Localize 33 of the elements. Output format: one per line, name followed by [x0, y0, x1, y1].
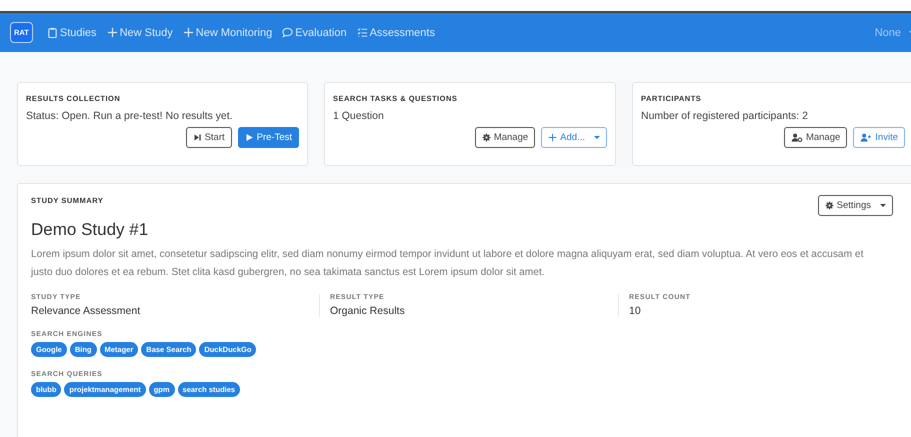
user-menu[interactable]: None: [874, 26, 911, 38]
gear-icon: [824, 201, 834, 210]
chat-icon: [282, 27, 294, 38]
pre-test-button[interactable]: Pre-Test: [238, 127, 299, 148]
nav-link[interactable]: New Monitoring: [182, 26, 272, 38]
invite-button[interactable]: Invite: [853, 127, 905, 148]
nav-link[interactable]: Assessments: [356, 26, 435, 38]
user-plus-icon: [860, 133, 872, 142]
user-gear-icon: [790, 133, 803, 142]
manage-button[interactable]: Manage: [474, 127, 536, 148]
nav-link[interactable]: Studies: [46, 26, 97, 38]
plus-icon: [182, 27, 194, 38]
start-button[interactable]: Start: [186, 127, 232, 148]
study-title: Demo Study #1: [31, 220, 150, 240]
nav-link[interactable]: New Study: [106, 26, 173, 38]
settings-button[interactable]: Settings: [818, 195, 893, 216]
plus-icon: [106, 27, 118, 38]
clipboard-icon: [46, 27, 58, 38]
card-text: Status: Open. Run a pre-test! No results yet.: [26, 110, 234, 122]
fact-value: Relevance Assessment: [31, 305, 142, 317]
study-description: Lorem ipsum dolor sit amet, consetetur sadipscing elitr, sed diam nonumy eirmod tempor invidunt ut labore et dolore magna aliquyam erat, sed diam voluptua. At vero eos et accusam et justo duo dolores et ea rebum. Stet clita kasd gubergren, no sea takimata sanctus est Lorem ipsum dolor sit amet.: [31, 248, 864, 280]
manage-button[interactable]: Manage: [784, 127, 848, 148]
plus-icon: [548, 133, 558, 142]
fact-value: Organic Results: [330, 305, 406, 317]
fact-value: 10: [629, 305, 642, 317]
nav-link[interactable]: Evaluation: [282, 26, 347, 38]
skip-icon: [192, 133, 202, 142]
card-text: 1 Question: [333, 110, 385, 122]
card-text: Number of registered participants: 2: [641, 110, 809, 122]
play-icon: [244, 133, 254, 142]
checklist-icon: [356, 27, 368, 38]
gear-icon: [482, 133, 491, 142]
add-button[interactable]: Add...: [541, 127, 607, 148]
